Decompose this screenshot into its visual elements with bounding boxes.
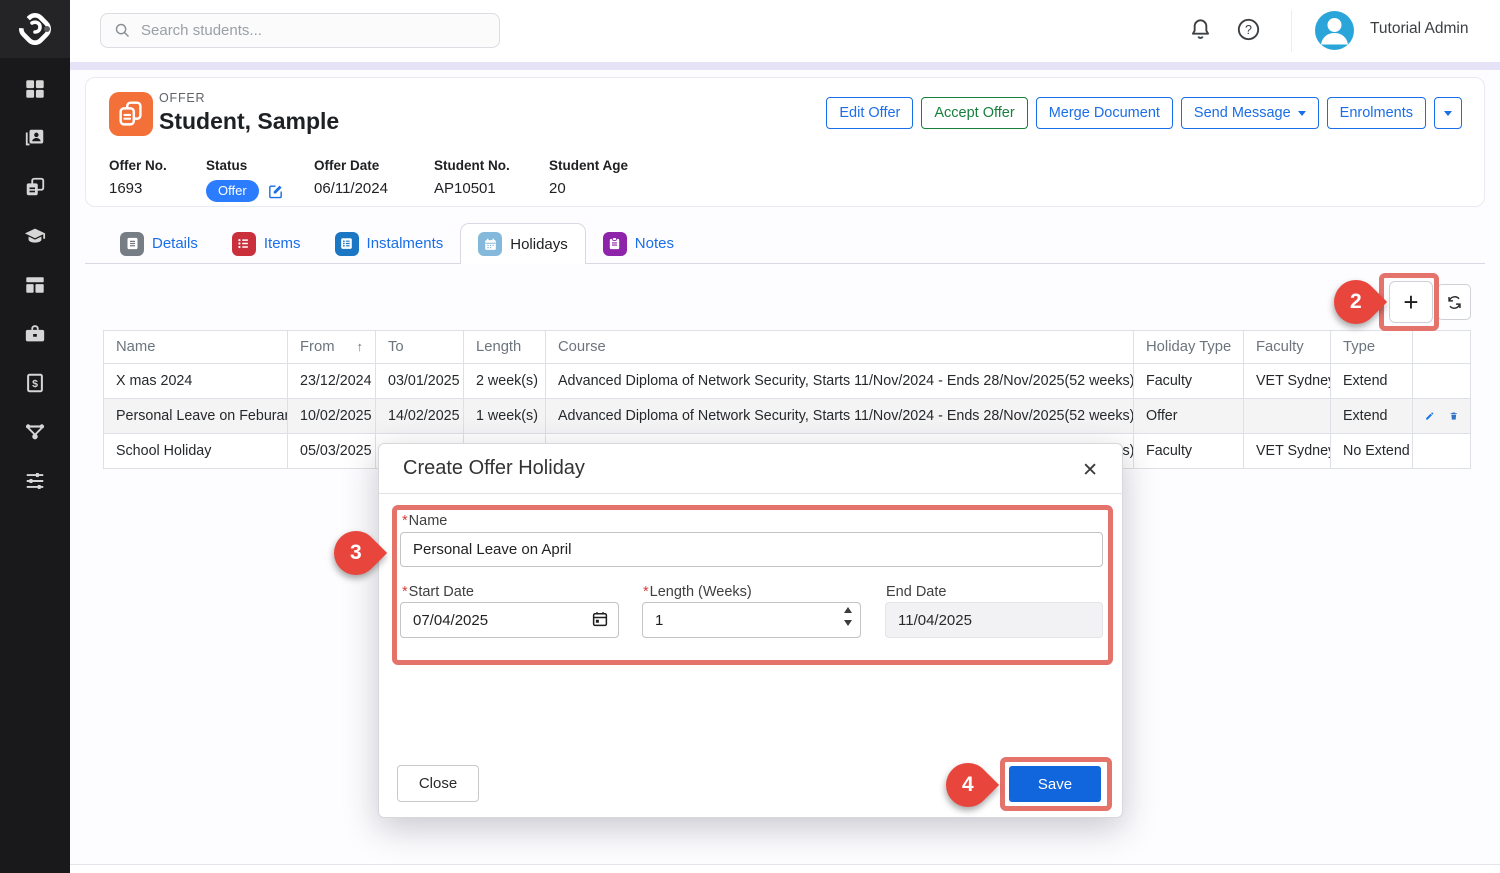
students-icon[interactable] xyxy=(24,127,46,149)
tab-instalments[interactable]: Instalments xyxy=(318,223,461,264)
accept-offer-button[interactable]: Accept Offer xyxy=(921,97,1027,129)
calendar-icon[interactable] xyxy=(591,610,609,633)
offer-tabs: Details Items Instalments Holidays Notes xyxy=(103,223,691,264)
name-field-label: *Name xyxy=(402,513,447,529)
svg-text:$: $ xyxy=(32,378,38,390)
status-badge: Offer xyxy=(206,180,259,202)
offer-actions: Edit Offer Accept Offer Merge Document S… xyxy=(826,97,1462,129)
user-name[interactable]: Tutorial Admin xyxy=(1370,20,1469,38)
meta-status: Status Offer xyxy=(206,158,314,202)
close-icon[interactable]: ✕ xyxy=(1078,455,1102,486)
stepper-up-icon[interactable] xyxy=(844,607,852,613)
length-weeks-field xyxy=(642,602,861,638)
delete-row-icon[interactable] xyxy=(1449,408,1459,424)
column-header-from[interactable]: From↑ xyxy=(288,331,376,364)
svg-text:?: ? xyxy=(1245,23,1252,37)
settings-sliders-icon[interactable] xyxy=(24,470,46,492)
details-tab-icon xyxy=(120,232,144,256)
sidebar-nav: $ xyxy=(0,78,70,492)
column-header-holiday-type[interactable]: Holiday Type xyxy=(1134,331,1244,364)
topbar-divider xyxy=(1291,10,1292,52)
page-title: Student, Sample xyxy=(159,108,339,135)
column-header-length[interactable]: Length xyxy=(464,331,546,364)
offer-header-card: OFFER Student, Sample Edit Offer Accept … xyxy=(85,77,1485,207)
meta-offer-no: Offer No. 1693 xyxy=(109,158,206,202)
caret-down-icon xyxy=(1444,111,1452,116)
offer-meta: Offer No. 1693 Status Offer Offer Date 0… xyxy=(109,158,659,202)
table-header-row: Name From↑ To Length Course Holiday Type… xyxy=(104,331,1471,364)
number-stepper xyxy=(844,607,852,626)
topbar: ? Tutorial Admin xyxy=(70,0,1500,62)
table-row: X mas 2024 23/12/2024 03/01/2025 2 week(… xyxy=(104,364,1471,399)
footer-divider xyxy=(70,864,1500,865)
merge-document-button[interactable]: Merge Document xyxy=(1036,97,1173,129)
meta-student-age: Student Age 20 xyxy=(549,158,659,202)
add-holiday-button[interactable]: + xyxy=(1389,281,1433,323)
holiday-name-input[interactable] xyxy=(400,532,1103,567)
end-date-input xyxy=(885,602,1103,638)
column-header-faculty[interactable]: Faculty xyxy=(1244,331,1331,364)
caret-down-icon xyxy=(1298,111,1306,116)
meta-student-no: Student No. AP10501 xyxy=(434,158,549,202)
tab-details[interactable]: Details xyxy=(103,223,215,264)
notes-tab-icon xyxy=(603,232,627,256)
send-message-button[interactable]: Send Message xyxy=(1181,97,1319,129)
tab-notes[interactable]: Notes xyxy=(586,223,691,264)
refresh-icon xyxy=(1446,294,1463,311)
header-divider-band xyxy=(70,62,1500,70)
courses-icon[interactable] xyxy=(24,225,46,247)
column-header-course[interactable]: Course xyxy=(546,331,1134,364)
edit-row-icon[interactable] xyxy=(1425,408,1435,424)
tab-holidays[interactable]: Holidays xyxy=(460,223,586,264)
items-tab-icon xyxy=(232,232,256,256)
timetable-icon[interactable] xyxy=(24,274,46,296)
start-date-input[interactable] xyxy=(400,602,619,638)
tab-items[interactable]: Items xyxy=(215,223,318,264)
modal-title: Create Offer Holiday xyxy=(403,457,585,480)
save-button[interactable]: Save xyxy=(1009,766,1101,802)
notifications-bell-icon[interactable] xyxy=(1188,17,1214,43)
column-header-to[interactable]: To xyxy=(376,331,464,364)
edit-offer-button[interactable]: Edit Offer xyxy=(826,97,913,129)
dashboard-icon[interactable] xyxy=(24,78,46,100)
start-date-label: *Start Date xyxy=(402,584,474,600)
column-header-type[interactable]: Type xyxy=(1331,331,1413,364)
app-logo-icon xyxy=(16,10,54,48)
length-weeks-label: *Length (Weeks) xyxy=(643,584,752,600)
search-input[interactable] xyxy=(141,22,471,39)
modal-header-divider xyxy=(379,493,1124,494)
more-actions-button[interactable] xyxy=(1434,97,1462,129)
refresh-button[interactable] xyxy=(1437,284,1471,320)
meta-offer-date: Offer Date 06/11/2024 xyxy=(314,158,434,202)
app-logo[interactable] xyxy=(0,0,70,58)
agents-icon[interactable] xyxy=(24,323,46,345)
holidays-tab-icon xyxy=(478,232,502,256)
sort-ascending-icon: ↑ xyxy=(357,339,364,354)
search-icon xyxy=(114,22,131,39)
create-offer-holiday-modal: Create Offer Holiday ✕ *Name *Start Date… xyxy=(378,443,1123,818)
end-date-label: End Date xyxy=(886,584,946,600)
student-no-link[interactable]: AP10501 xyxy=(434,180,549,197)
help-icon[interactable]: ? xyxy=(1236,17,1262,43)
user-avatar[interactable] xyxy=(1315,11,1354,50)
network-icon[interactable] xyxy=(24,421,46,443)
step-3-highlight xyxy=(392,505,1113,665)
table-row: Personal Leave on Feburary 10/02/2025 14… xyxy=(104,399,1471,434)
avatar-person-icon xyxy=(1315,11,1354,50)
close-button[interactable]: Close xyxy=(397,765,479,802)
finance-icon[interactable]: $ xyxy=(24,372,46,394)
sidebar: $ xyxy=(0,0,70,873)
start-date-field xyxy=(400,602,619,638)
length-weeks-input[interactable] xyxy=(642,602,861,638)
entity-kicker: OFFER xyxy=(159,91,205,105)
column-header-actions xyxy=(1413,331,1471,364)
instalments-tab-icon xyxy=(335,232,359,256)
enrolments-button[interactable]: Enrolments xyxy=(1327,97,1426,129)
column-header-name[interactable]: Name xyxy=(104,331,288,364)
offers-icon[interactable] xyxy=(24,176,46,198)
offer-icon xyxy=(109,92,153,136)
search-box[interactable] xyxy=(100,13,500,48)
stepper-down-icon[interactable] xyxy=(844,620,852,626)
edit-status-icon[interactable] xyxy=(267,183,284,200)
